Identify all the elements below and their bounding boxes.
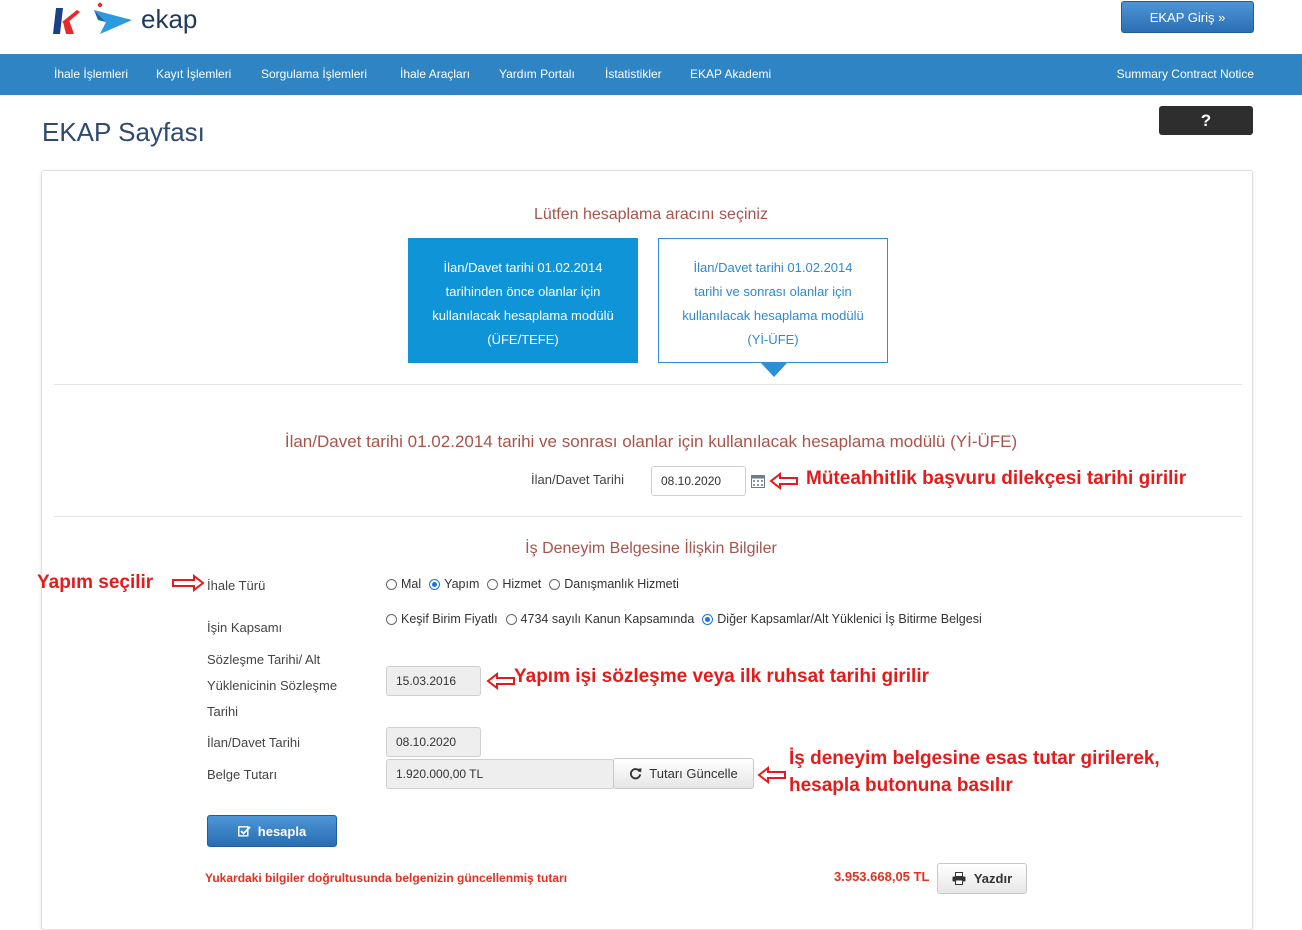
radio-kesif-birim-fiyatli[interactable] [386,613,397,625]
radio-4734-kanun[interactable] [505,613,517,625]
page-title: EKAP Sayfası [42,117,205,147]
update-amount-button[interactable]: Tutarı Güncelle [613,758,754,789]
radio-danismanlik[interactable] [549,578,561,590]
nav-istatistikler[interactable]: İstatistikler [605,54,662,95]
nav-ihale-islemleri[interactable]: İhale İşlemleri [54,54,128,95]
annotation-type-note: Yapım seçilir [37,572,154,593]
contract-date-input[interactable]: 15.03.2016 [386,666,481,696]
radio-label: Mal [401,577,422,591]
printer-icon [952,872,966,885]
print-label: Yazdır [973,871,1013,886]
ekap-bird-logo-icon [94,2,132,34]
annotation-arrow-left-icon [757,766,786,784]
scope-label: İşin Kapsamı [207,620,283,635]
radio-label: Yapım [444,577,480,591]
ekap-login-button[interactable]: EKAP Giriş » [1121,1,1254,33]
calendar-icon[interactable] [751,474,765,488]
module-card-ufe-tefe[interactable]: İlan/Davet tarihi 01.02.2014 tarihinden … [408,238,638,363]
contract-date-label-line: Tarihi [207,704,239,719]
tender-type-label: İhale Türü [207,578,266,593]
radio-label: Danışmanlık Hizmeti [564,577,679,591]
nav-yardim-portali[interactable]: Yardım Portalı [499,54,575,95]
amount-label: Belge Tutarı [207,767,278,782]
print-button[interactable]: Yazdır [937,863,1027,894]
annotation-date-note: Müteahhitlik başvuru dilekçesi tarihi gi… [806,468,1187,489]
check-square-icon [237,825,251,837]
annotation-contract-note: Yapım işi sözleşme veya ilk ruhsat tarih… [514,666,930,687]
contract-date-label-line: Yüklenicinin Sözleşme [207,678,338,693]
amount-input[interactable]: 1.920.000,00 TL [386,759,614,789]
invite-date-label: İlan/Davet Tarihi [207,735,300,750]
module-card-yi-ufe[interactable]: İlan/Davet tarihi 01.02.2014 tarihi ve s… [658,238,888,363]
module-date-label: İlan/Davet Tarihi [531,472,624,487]
radio-label: 4734 sayılı Kanun Kapsamında [520,612,695,626]
radio-yapim[interactable] [429,578,441,590]
result-value: 3.953.668,05 TL [834,869,930,884]
divider [54,384,1242,385]
radio-label: Diğer Kapsamlar/Alt Yüklenici İş Bitirme… [717,612,982,626]
nav-summary-contract-notice[interactable]: Summary Contract Notice [1117,54,1254,95]
tender-type-radio-group: Mal Yapım Hizmet Danışmanlık Hizmeti [386,577,687,591]
annotation-arrow-left-icon [486,672,515,690]
radio-diger-kapsamlar[interactable] [702,613,714,625]
nav-ekap-akademi[interactable]: EKAP Akademi [690,54,771,95]
nav-sorgulama-islemleri[interactable]: Sorgulama İşlemleri [261,54,367,95]
nav-ihale-araclari[interactable]: İhale Araçları [400,54,470,95]
contract-date-label: Sözleşme Tarihi/ Alt Yüklenicinin Sözleş… [207,647,337,725]
ekap-k-logo-icon [53,8,80,34]
module-title: İlan/Davet tarihi 01.02.2014 tarihi ve s… [284,432,1018,451]
form-section-title: İş Deneyim Belgesine İlişkin Bilgiler [525,540,777,557]
result-text: Yukardaki bilgiler doğrultusunda belgeni… [205,871,568,885]
nav-kayit-islemleri[interactable]: Kayıt İşlemleri [156,54,231,95]
refresh-icon [630,768,642,780]
invite-date-input[interactable]: 08.10.2020 [386,727,481,757]
module-date-input[interactable]: 08.10.2020 [651,466,746,496]
tool-select-prompt: Lütfen hesaplama aracını seçiniz [534,206,768,223]
scope-radio-group: Keşif Birim Fiyatlı 4734 sayılı Kanun Ka… [386,612,990,626]
calculate-label: hesapla [257,823,307,839]
radio-label: Keşif Birim Fiyatlı [401,612,498,626]
help-button[interactable]: ? [1159,106,1253,135]
divider [54,516,1242,517]
annotation-amount-note-line2: hesapla butonuna basılır [789,775,1013,796]
selected-card-arrow [761,363,787,377]
annotation-arrow-right-icon [172,574,205,592]
main-navbar: İhale İşlemleri Kayıt İşlemleri Sorgulam… [0,54,1302,95]
contract-date-label-line: Sözleşme Tarihi/ Alt [207,652,321,667]
logo-text: ekap [141,4,198,34]
radio-mal[interactable] [386,578,397,590]
annotation-arrow-left-icon [769,472,798,490]
radio-label: Hizmet [502,577,542,591]
update-amount-label: Tutarı Güncelle [649,766,738,781]
calculate-button[interactable]: hesapla [207,815,337,847]
radio-hizmet[interactable] [487,578,499,590]
annotation-amount-note-line1: İş deneyim belgesine esas tutar girilere… [789,748,1160,769]
